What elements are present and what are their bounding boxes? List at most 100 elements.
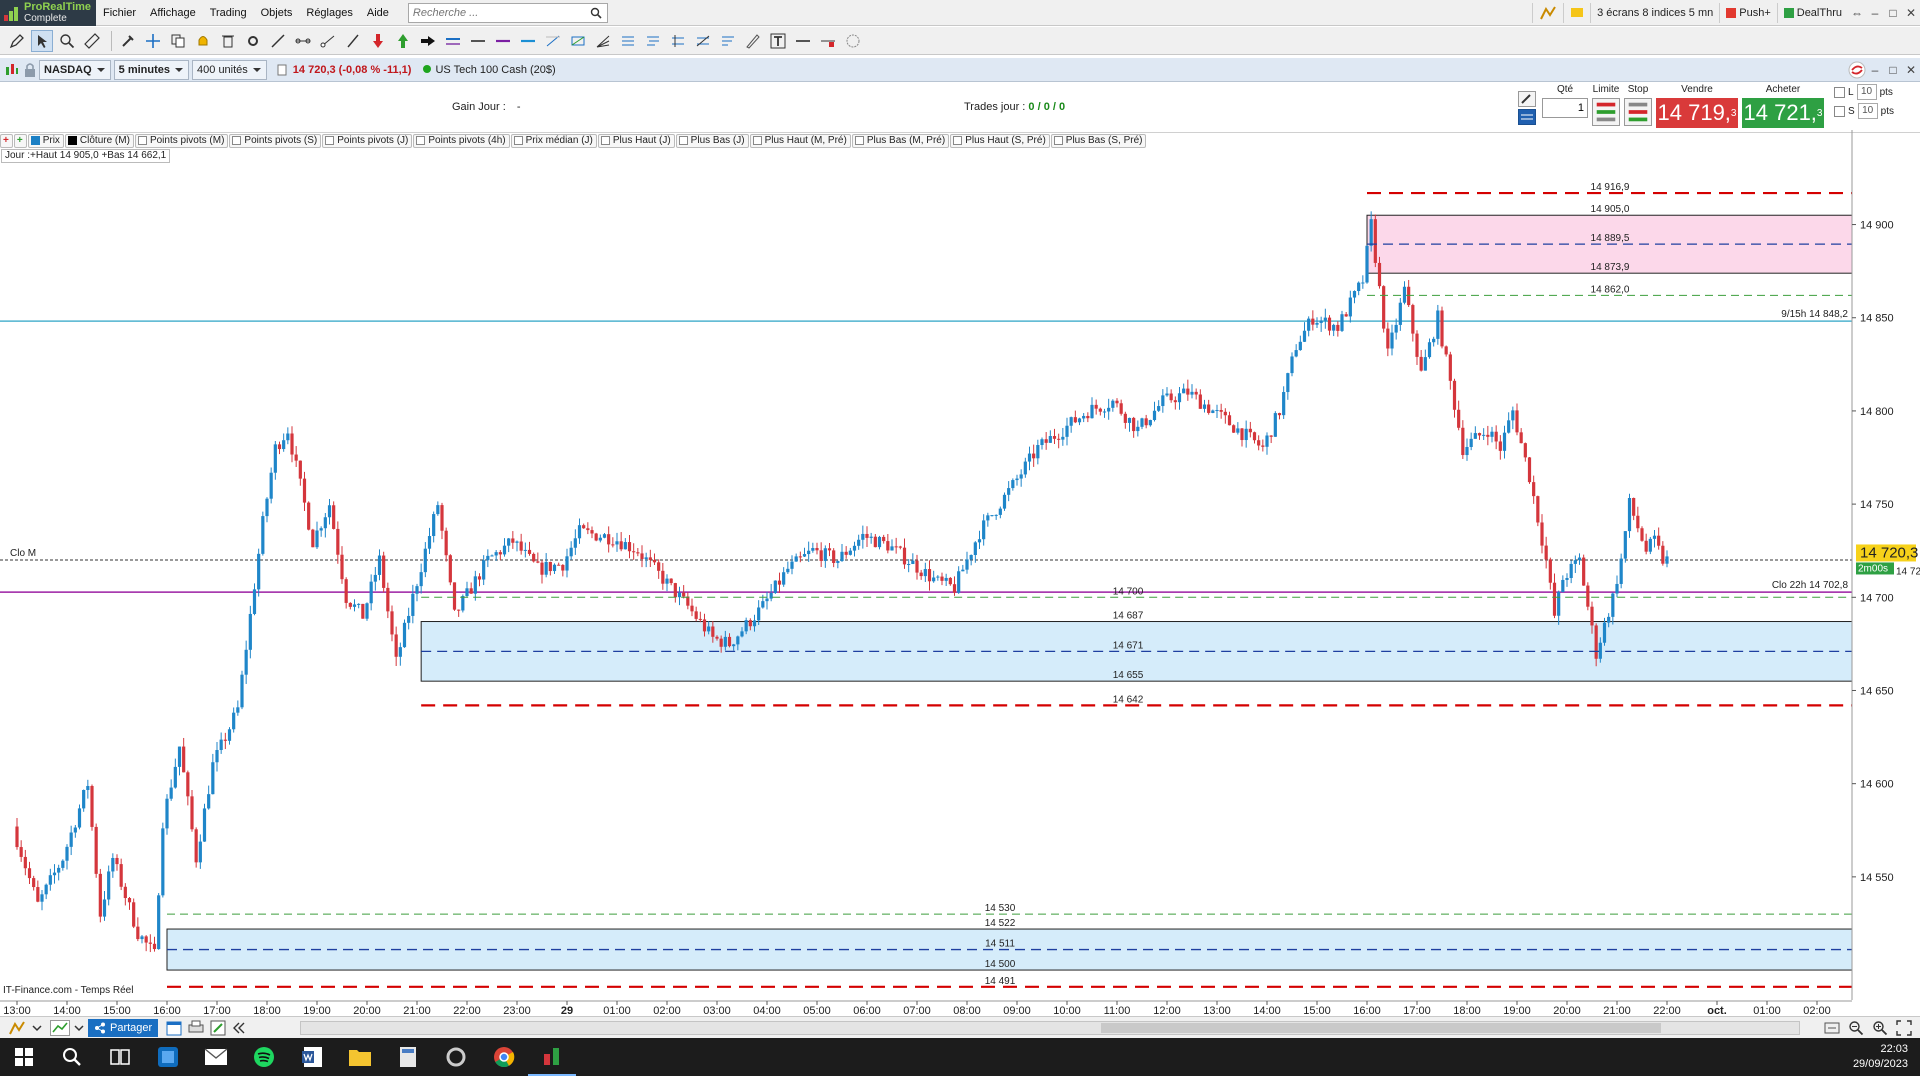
zoom-out-icon[interactable] [1848, 1020, 1864, 1036]
gann-icon[interactable] [642, 30, 664, 52]
menu-objets[interactable]: Objets [254, 0, 300, 26]
hline-black-icon[interactable] [792, 30, 814, 52]
windows-start-icon[interactable] [0, 1038, 48, 1076]
menu-affichage[interactable]: Affichage [143, 0, 203, 26]
gear-icon[interactable] [242, 30, 264, 52]
chevron-down-icon[interactable] [32, 1023, 42, 1033]
tools-icon[interactable] [117, 30, 139, 52]
restore-window-icon[interactable]: ⇔ [1848, 6, 1866, 20]
arrow-up-icon[interactable] [392, 30, 414, 52]
print-icon[interactable] [188, 1020, 204, 1036]
timeframe-select[interactable]: 5 minutes [113, 59, 190, 80]
qty-input[interactable] [1542, 98, 1588, 118]
menu-trading[interactable]: Trading [203, 0, 254, 26]
hline-icon[interactable] [467, 30, 489, 52]
maximize-icon[interactable]: □ [1884, 6, 1902, 20]
legend-item-plus-haut-s[interactable]: Plus Haut (S, Pré) [950, 133, 1050, 148]
magnet-icon[interactable] [842, 30, 864, 52]
calendar-icon[interactable] [166, 1020, 182, 1036]
market-select[interactable]: NASDAQ [39, 59, 111, 80]
document-icon[interactable] [277, 64, 287, 76]
hline-blue-icon[interactable] [517, 30, 539, 52]
alert-icon[interactable] [1563, 2, 1590, 23]
sync-icon[interactable] [1848, 61, 1866, 79]
chart-close-icon[interactable]: ✕ [1902, 63, 1920, 77]
chrome-icon[interactable] [480, 1038, 528, 1076]
fib-fan-icon[interactable] [592, 30, 614, 52]
lock-icon[interactable] [24, 62, 36, 78]
limit-order-icon[interactable] [1592, 98, 1620, 126]
file-explorer-icon[interactable] [336, 1038, 384, 1076]
chart-template-icon[interactable] [50, 1019, 70, 1036]
search-input[interactable] [407, 2, 608, 23]
rectangle-icon[interactable] [567, 30, 589, 52]
push-button[interactable]: Push+ [1719, 2, 1777, 23]
zoom-in-icon[interactable] [1872, 1020, 1888, 1036]
legend-item-prix-median[interactable]: Prix médian (J) [510, 133, 597, 148]
zoom-icon[interactable] [56, 30, 78, 52]
legend-item-plus-bas-j[interactable]: Plus Bas (J) [675, 133, 749, 148]
menu-aide[interactable]: Aide [360, 0, 396, 26]
cycle-icon[interactable] [667, 30, 689, 52]
copy-icon[interactable] [167, 30, 189, 52]
buy-button[interactable]: 14 721, 3 [1742, 98, 1824, 128]
double-chevron-left-icon[interactable] [232, 1021, 246, 1035]
time-scrollbar[interactable] [300, 1021, 1800, 1035]
chart-maximize-icon[interactable]: □ [1884, 63, 1902, 77]
chevron-down-icon[interactable] [74, 1023, 84, 1033]
ellipse-icon[interactable] [717, 30, 739, 52]
workspace-button[interactable]: 3 écrans 8 indices 5 mn [1590, 2, 1719, 23]
zoom-fit-icon[interactable] [1824, 1020, 1840, 1036]
add-indicator-button[interactable]: + [0, 133, 13, 148]
taskbar-clock[interactable]: 22:03 29/09/2023 [1853, 1042, 1908, 1072]
brush-icon[interactable] [742, 30, 764, 52]
mail-icon[interactable] [192, 1038, 240, 1076]
ruler-icon[interactable] [81, 30, 103, 52]
pen-icon[interactable] [342, 30, 364, 52]
bell-icon[interactable] [192, 30, 214, 52]
limit-checkbox[interactable] [1834, 86, 1845, 98]
fibonacci-icon[interactable] [542, 30, 564, 52]
legend-item-cloture-m[interactable]: Clôture (M) [64, 133, 134, 148]
pitchfork-icon[interactable] [617, 30, 639, 52]
spotify-icon[interactable] [240, 1038, 288, 1076]
sell-button[interactable]: 14 719, 3 [1656, 98, 1738, 128]
l-points-input[interactable]: 10 [1856, 84, 1877, 100]
hammer-icon[interactable] [1518, 91, 1536, 107]
stop-checkbox[interactable] [1834, 105, 1845, 117]
menu-fichier[interactable]: Fichier [96, 0, 143, 26]
chart-minimize-icon[interactable]: – [1866, 63, 1884, 77]
keyboard-icon[interactable] [1518, 109, 1536, 125]
export-icon[interactable] [210, 1020, 226, 1036]
text-icon[interactable] [767, 30, 789, 52]
arrow-down-icon[interactable] [367, 30, 389, 52]
legend-item-prix[interactable]: Prix [27, 133, 64, 148]
legend-item-pivots-m[interactable]: Points pivots (M) [134, 133, 229, 148]
pointer-icon[interactable] [31, 29, 53, 52]
scrollbar-thumb[interactable] [1101, 1023, 1661, 1033]
arrow-right-icon[interactable] [417, 30, 439, 52]
dealthru-button[interactable]: DealThru [1776, 2, 1848, 23]
legend-item-plus-haut-m[interactable]: Plus Haut (M, Pré) [749, 133, 851, 148]
move-icon[interactable] [142, 30, 164, 52]
trash-icon[interactable] [217, 30, 239, 52]
stop-order-icon[interactable] [1624, 98, 1652, 126]
settings-indicator-button[interactable]: + [13, 133, 27, 148]
menu-reglages[interactable]: Réglages [299, 0, 359, 26]
legend-item-pivots-j[interactable]: Points pivots (J) [322, 133, 413, 148]
tools-app-icon[interactable] [432, 1038, 480, 1076]
trendline-icon[interactable] [267, 30, 289, 52]
outlook-icon[interactable] [144, 1038, 192, 1076]
calculator-icon[interactable] [384, 1038, 432, 1076]
task-view-icon[interactable] [96, 1038, 144, 1076]
units-select[interactable]: 400 unités [192, 59, 267, 80]
share-button[interactable]: Partager [88, 1018, 159, 1037]
pencil-icon[interactable] [6, 30, 28, 52]
price-chart[interactable]: 9/15h 14 848,2 Clo 22h 14 702,8 Clo M 14 9… [0, 0, 1920, 1076]
legend-item-pivots-s[interactable]: Points pivots (S) [229, 133, 322, 148]
search-icon[interactable] [590, 7, 602, 19]
regression-icon[interactable] [692, 30, 714, 52]
legend-item-pivots-4h[interactable]: Points pivots (4h) [413, 133, 510, 148]
legend-item-plus-bas-m[interactable]: Plus Bas (M, Pré) [851, 133, 950, 148]
search-icon[interactable] [48, 1038, 96, 1076]
